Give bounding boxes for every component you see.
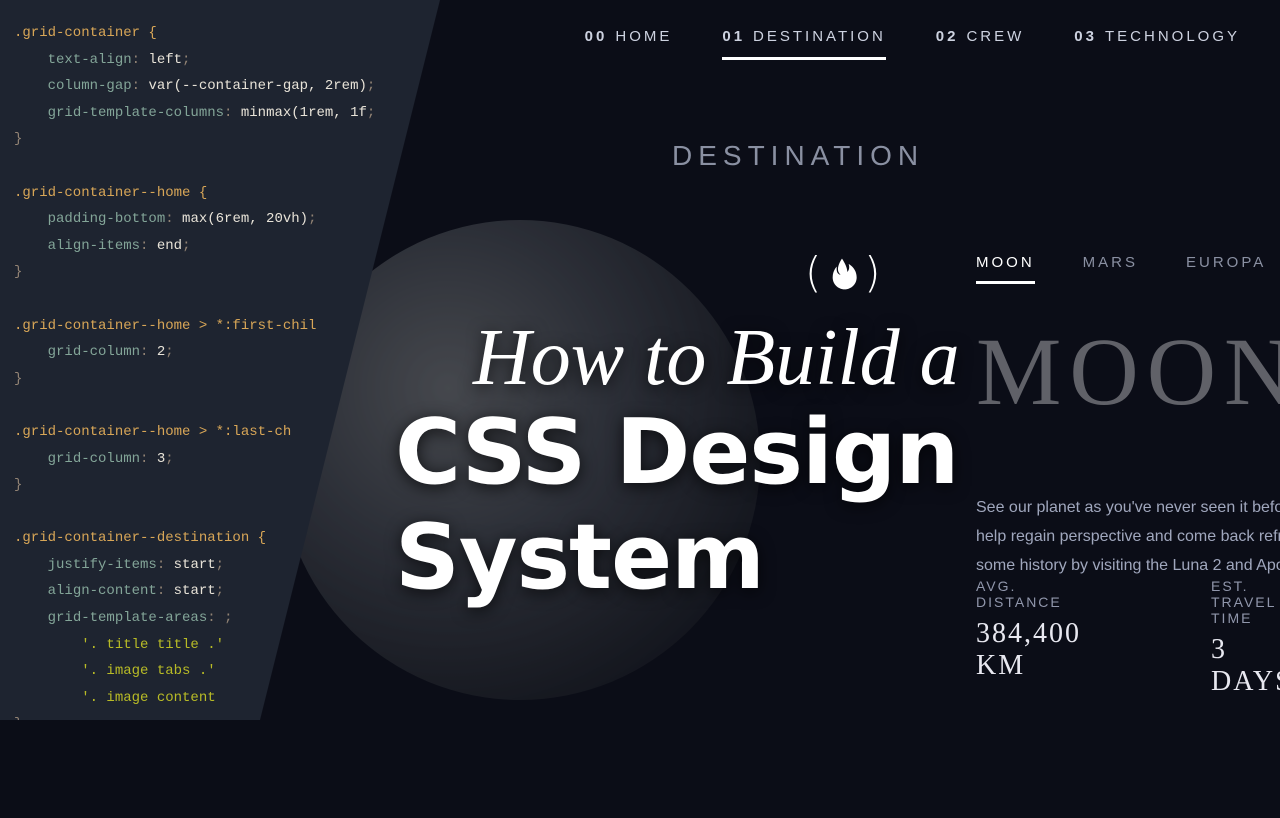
planet-heading: MOON <box>976 316 1280 427</box>
tab-mars[interactable]: MARS <box>1083 254 1138 284</box>
primary-nav: 00HOME 01DESTINATION 02CREW 03TECHNOLOGY <box>400 0 1280 60</box>
nav-item-destination[interactable]: 01DESTINATION <box>722 28 885 60</box>
tab-europa[interactable]: EUROPA <box>1186 254 1266 284</box>
planet-description: See our planet as you've never seen it b… <box>976 494 1280 580</box>
nav-item-home[interactable]: 00HOME <box>585 28 673 60</box>
stat-block: AVG. DISTANCE384,400 KM <box>976 578 1081 698</box>
destination-tabs: MOONMARSEUROPATITAN <box>976 254 1280 284</box>
website-preview: 00HOME 01DESTINATION 02CREW 03TECHNOLOGY DE… <box>400 0 1280 720</box>
planet-stats: AVG. DISTANCE384,400 KM EST. TRAVEL TIME3… <box>976 578 1280 698</box>
tab-moon[interactable]: MOON <box>976 254 1035 284</box>
page-section-label: DESTINATION <box>672 140 924 172</box>
stat-block: EST. TRAVEL TIME3 DAYS <box>1211 578 1280 698</box>
nav-item-crew[interactable]: 02CREW <box>936 28 1025 60</box>
nav-item-technology[interactable]: 03TECHNOLOGY <box>1074 28 1240 60</box>
